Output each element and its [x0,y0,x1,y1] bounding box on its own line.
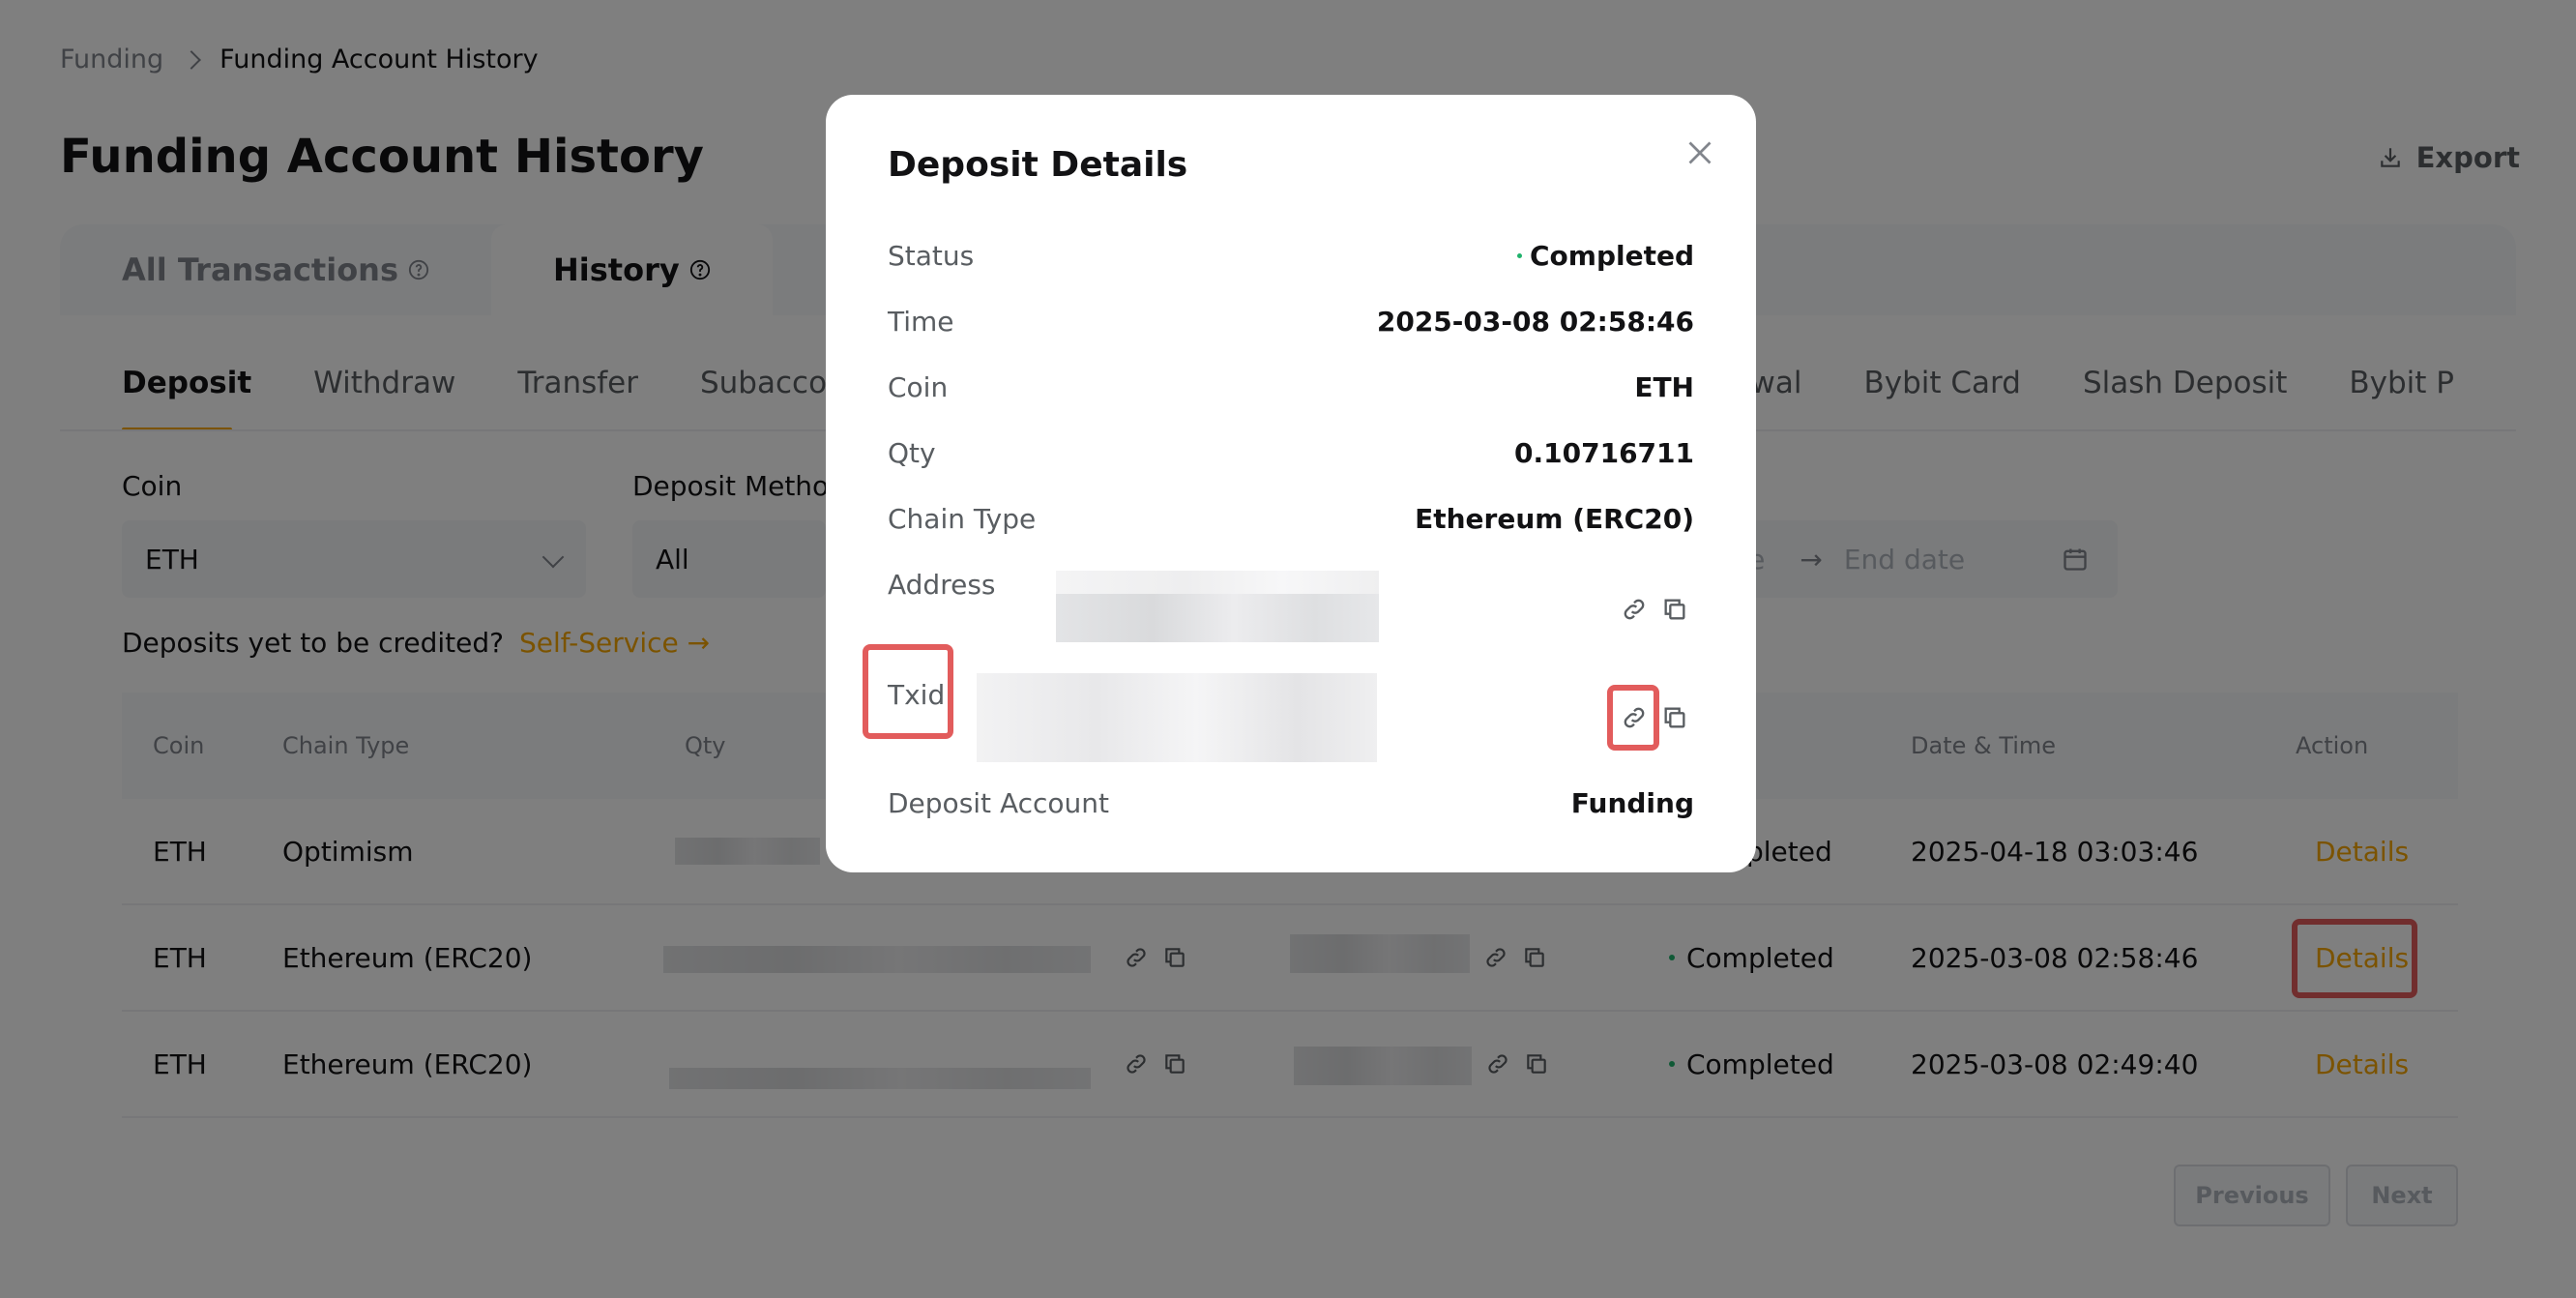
copy-icon[interactable] [1661,704,1688,731]
status-label: Status [888,240,975,272]
txid-label-highlight-box [863,644,953,739]
chain-type-label: Chain Type [888,503,1037,535]
deposit-details-modal: Deposit Details Status Completed Time 20… [826,95,1756,872]
coin-value: ETH [1634,371,1694,403]
modal-title: Deposit Details [888,145,1188,185]
address-label: Address [888,569,996,601]
copy-icon[interactable] [1661,596,1688,623]
deposit-account-value: Funding [1570,787,1694,819]
status-value: Completed [1516,240,1694,272]
time-label: Time [888,306,954,338]
status-dot [1516,253,1522,258]
time-value: 2025-03-08 02:58:46 [1376,306,1694,338]
link-icon[interactable] [1621,596,1648,623]
address-actions [1621,596,1688,623]
redacted-txid [977,673,1377,762]
coin-label: Coin [888,371,949,403]
status-text: Completed [1529,240,1694,272]
close-icon[interactable] [1683,135,1717,170]
redacted-address-line2 [1056,594,1379,642]
qty-value: 0.10716711 [1514,437,1694,469]
qty-label: Qty [888,437,936,469]
txid-link-highlight-box [1607,685,1659,751]
chain-type-value: Ethereum (ERC20) [1415,503,1694,535]
deposit-account-label: Deposit Account [888,787,1109,819]
